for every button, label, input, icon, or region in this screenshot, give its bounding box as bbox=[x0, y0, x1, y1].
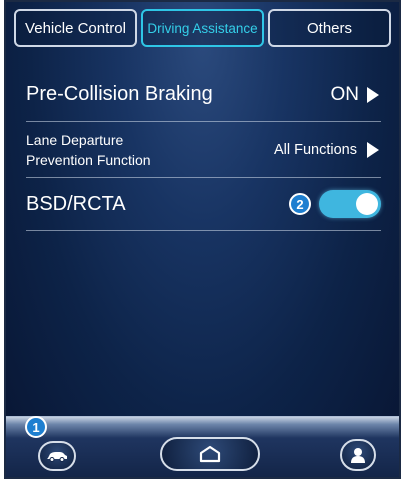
setting-row-lane-departure[interactable]: Lane Departure Prevention Function All F… bbox=[26, 122, 381, 178]
screen-background: Vehicle Control Driving Assistance Other… bbox=[6, 2, 399, 477]
setting-label: Pre-Collision Braking bbox=[26, 83, 213, 105]
setting-row-bsd-rcta: BSD/RCTA 2 bbox=[26, 178, 381, 231]
setting-value: All Functions bbox=[273, 141, 357, 158]
toggle-group: 2 bbox=[289, 190, 381, 218]
tab-others[interactable]: Others bbox=[268, 9, 391, 47]
setting-row-pre-collision-braking[interactable]: Pre-Collision Braking ON bbox=[26, 68, 381, 122]
toggle-knob bbox=[356, 193, 378, 215]
setting-label: Lane Departure Prevention Function bbox=[26, 130, 151, 170]
setting-label-line1: Lane Departure bbox=[26, 131, 124, 148]
car-icon bbox=[47, 452, 67, 462]
car-button[interactable] bbox=[38, 441, 76, 471]
device-frame: Vehicle Control Driving Assistance Other… bbox=[4, 0, 401, 479]
home-button[interactable] bbox=[160, 437, 260, 471]
setting-value: ON bbox=[330, 83, 360, 105]
callout-badge-1: 1 bbox=[25, 416, 47, 438]
home-icon bbox=[199, 445, 221, 463]
tab-vehicle-control[interactable]: Vehicle Control bbox=[14, 9, 137, 47]
chevron-right-icon bbox=[367, 86, 379, 103]
bsd-rcta-toggle[interactable] bbox=[319, 190, 381, 218]
tab-driving-assistance[interactable]: Driving Assistance bbox=[141, 9, 264, 47]
bottom-dock bbox=[6, 416, 399, 477]
callout-badge-2: 2 bbox=[289, 193, 311, 215]
tab-bar: Vehicle Control Driving Assistance Other… bbox=[14, 9, 391, 47]
settings-list: Pre-Collision Braking ON Lane Departure … bbox=[26, 68, 381, 231]
setting-value-group: All Functions bbox=[273, 141, 381, 158]
user-icon bbox=[351, 448, 365, 463]
user-button[interactable] bbox=[340, 439, 376, 471]
setting-value-group: ON bbox=[331, 84, 382, 106]
setting-label: BSD/RCTA bbox=[26, 192, 126, 215]
chevron-right-icon bbox=[367, 141, 379, 158]
setting-label-line2: Prevention Function bbox=[26, 151, 151, 168]
